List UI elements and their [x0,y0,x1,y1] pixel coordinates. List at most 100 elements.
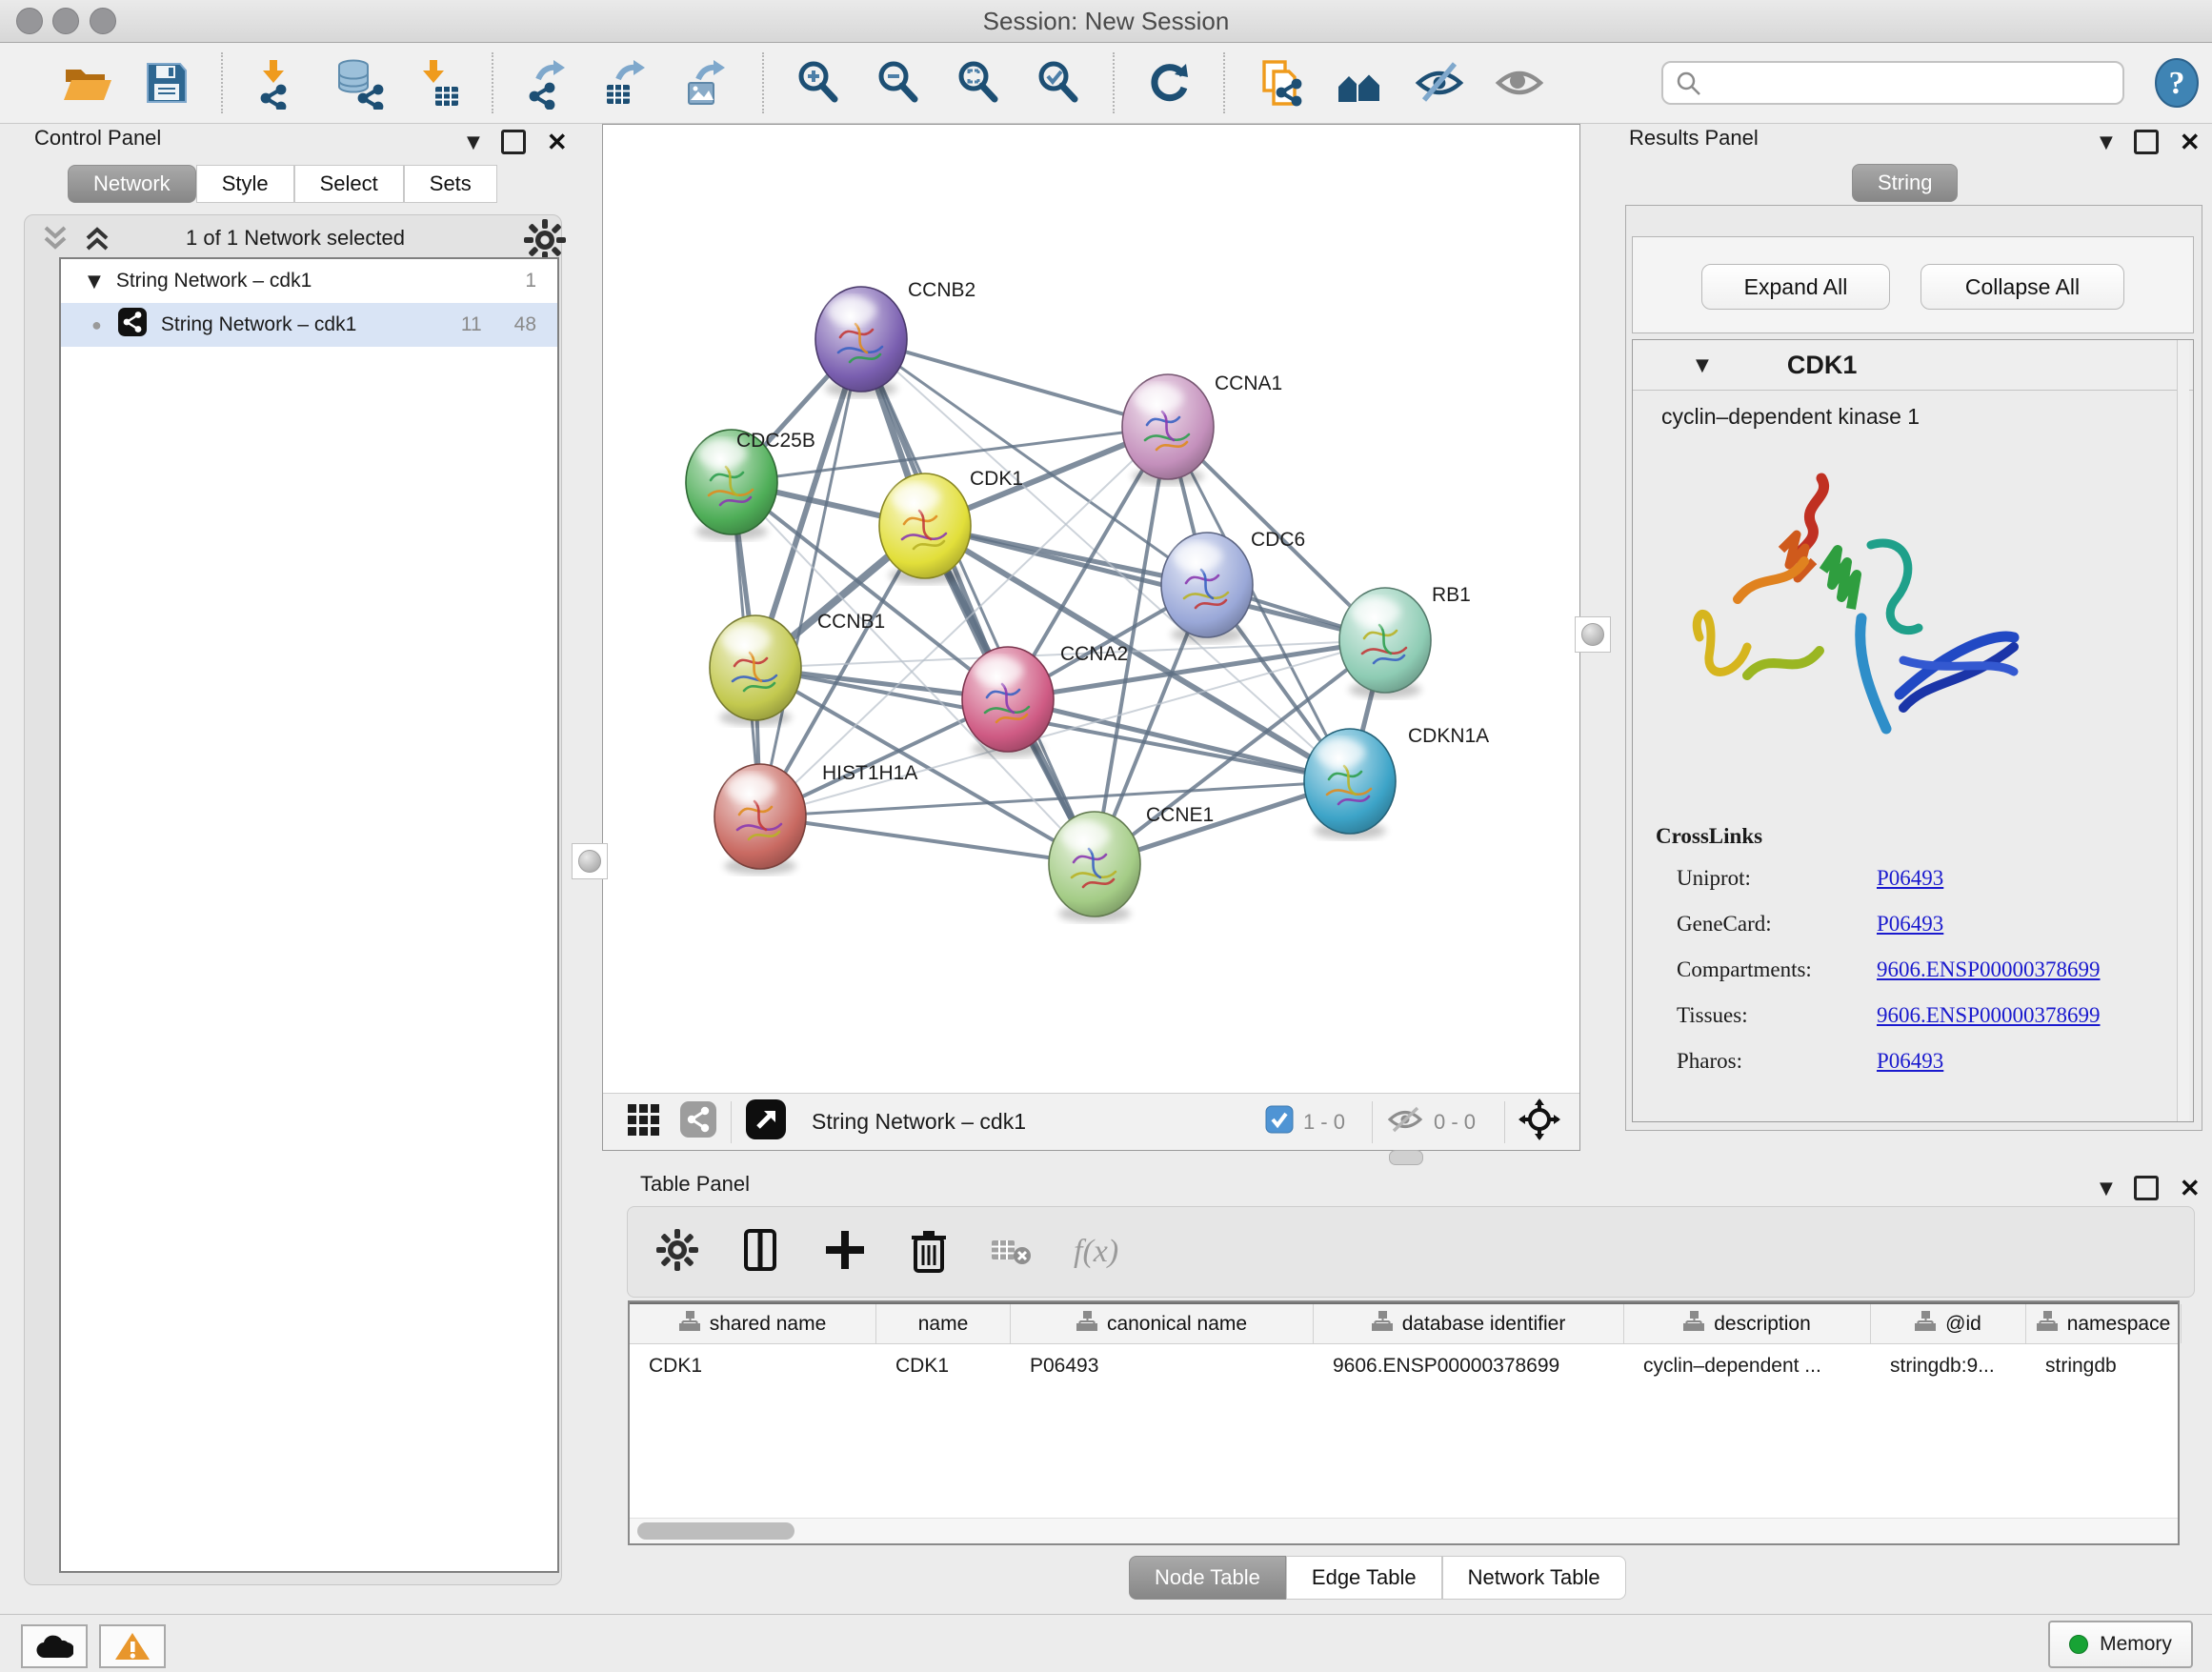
warning-button[interactable] [99,1624,166,1668]
table-tab-edge-table[interactable]: Edge Table [1286,1556,1442,1600]
node-CCNA1[interactable]: CCNA1 [1122,373,1282,485]
zoom-fit-icon[interactable] [951,55,1006,111]
zoom-selected-icon[interactable] [1031,55,1086,111]
collapse-all-chevron-icon[interactable] [80,222,114,259]
right-splitter-handle[interactable] [1575,616,1611,653]
help-icon[interactable]: ? [2149,55,2204,111]
open-in-browser-icon[interactable] [745,1098,787,1145]
cell-canonical-name[interactable]: P06493 [1011,1355,1314,1378]
table-row[interactable]: CDK1CDK1P064939606.ENSP00000378699cyclin… [630,1344,2178,1388]
table-panel-menu-icon[interactable]: ▼ [2100,1178,2113,1199]
crosslink-link[interactable]: 9606.ENSP00000378699 [1877,1003,2170,1028]
node-CDC25B[interactable]: CDC25B [686,430,815,540]
export-image-icon[interactable] [680,55,735,111]
home-layout-icon[interactable] [1332,55,1387,111]
hidden-eye-icon[interactable] [1386,1104,1424,1139]
save-session-icon[interactable] [139,55,194,111]
gene-disclosure-icon[interactable]: ▼ [1696,355,1709,375]
export-network-icon[interactable] [520,55,575,111]
control-panel-float-icon[interactable] [501,130,526,154]
control-panel-menu-icon[interactable]: ▼ [467,132,480,152]
copy-documents-icon[interactable] [1252,55,1307,111]
table-tab-node-table[interactable]: Node Table [1129,1556,1286,1600]
node-CCNB2[interactable]: CCNB2 [815,279,975,397]
cell-shared-name[interactable]: CDK1 [630,1355,876,1378]
node-RB1[interactable]: RB1 [1339,584,1471,698]
cloud-button[interactable] [21,1624,88,1668]
network-canvas[interactable]: CCNB2CCNA1CDC25BCDK1CDC6RB1CCNB1CCNA2CDK… [603,125,1579,1093]
network-collection-row[interactable]: ▼ String Network – cdk1 1 [61,259,557,303]
gear-icon[interactable] [654,1227,700,1278]
crosslink-link[interactable]: P06493 [1877,866,2170,891]
import-network-icon[interactable] [250,55,305,111]
results-panel-menu-icon[interactable]: ▼ [2100,132,2113,152]
columns-icon[interactable] [738,1227,784,1278]
window-zoom-button[interactable] [90,8,116,34]
column-header-database-identifier[interactable]: database identifier [1314,1304,1624,1343]
node-CDKN1A[interactable]: CDKN1A [1304,725,1489,839]
cell-database-identifier[interactable]: 9606.ENSP00000378699 [1314,1355,1624,1378]
control-tab-network[interactable]: Network [68,165,196,203]
search-input[interactable] [1661,61,2124,105]
expand-all-chevron-icon[interactable] [38,222,72,259]
crosslink-link[interactable]: 9606.ENSP00000378699 [1877,957,2170,982]
window-minimize-button[interactable] [52,8,79,34]
control-tab-select[interactable]: Select [294,165,404,203]
export-table-icon[interactable] [600,55,655,111]
left-splitter-handle[interactable] [572,843,608,879]
control-tab-style[interactable]: Style [196,165,294,203]
memory-button[interactable]: Memory [2048,1621,2193,1668]
open-session-icon[interactable] [59,55,114,111]
birdseye-grid-icon[interactable] [626,1102,660,1141]
collapse-all-button[interactable]: Collapse All [1920,264,2124,310]
bottom-splitter-handle[interactable] [1389,1150,1423,1165]
show-all-icon[interactable] [1492,55,1547,111]
control-panel-close-icon[interactable]: ✕ [547,132,568,151]
table-panel-float-icon[interactable] [2134,1176,2159,1200]
cell-name[interactable]: CDK1 [876,1355,1011,1378]
scrollbar-thumb[interactable] [637,1522,794,1540]
results-panel-float-icon[interactable] [2134,130,2159,154]
results-panel-close-icon[interactable]: ✕ [2180,132,2201,151]
zoom-out-icon[interactable] [871,55,926,111]
node-HIST1H1A[interactable]: HIST1H1A [714,762,917,875]
cell--id[interactable]: stringdb:9... [1871,1355,2026,1378]
expand-all-button[interactable]: Expand All [1701,264,1890,310]
import-table-icon[interactable] [410,55,465,111]
results-scrollbar[interactable] [2177,340,2189,1121]
fit-crosshair-icon[interactable] [1518,1098,1560,1145]
cell-description[interactable]: cyclin–dependent ... [1624,1355,1871,1378]
table-tab-network-table[interactable]: Network Table [1442,1556,1626,1600]
crosslink-link[interactable]: P06493 [1877,912,2170,937]
share-network-icon[interactable] [679,1100,717,1143]
cell-namespace[interactable]: stringdb [2026,1355,2182,1378]
add-icon[interactable] [822,1227,868,1278]
edge-CCNB2-HIST1H1A[interactable] [760,339,861,816]
table-panel-close-icon[interactable]: ✕ [2180,1178,2201,1198]
column-header-name[interactable]: name [876,1304,1011,1343]
zoom-in-icon[interactable] [791,55,846,111]
collection-disclosure-icon[interactable]: ▼ [88,272,101,292]
edge-CDK1-RB1[interactable] [925,526,1385,640]
results-tab-string[interactable]: String [1852,164,1958,202]
column-header-description[interactable]: description [1624,1304,1871,1343]
node-CDK1[interactable]: CDK1 [879,468,1023,584]
control-tab-sets[interactable]: Sets [404,165,497,203]
node-CCNA2[interactable]: CCNA2 [962,643,1128,757]
column-header-canonical-name[interactable]: canonical name [1011,1304,1314,1343]
column-header--id[interactable]: @id [1871,1304,2026,1343]
column-header-namespace[interactable]: namespace [2026,1304,2182,1343]
node-CCNE1[interactable]: CCNE1 [1049,804,1214,922]
edge-CCNE1-HIST1H1A[interactable] [760,816,1095,864]
node-CDC6[interactable]: CDC6 [1161,529,1305,643]
hide-selected-icon[interactable] [1412,55,1467,111]
edge-CCNB2-CCNA1[interactable] [861,339,1168,427]
selected-checkbox-icon[interactable] [1265,1105,1294,1138]
import-database-icon[interactable] [330,55,385,111]
column-header-shared-name[interactable]: shared name [630,1304,876,1343]
table-horizontal-scrollbar[interactable] [630,1518,2178,1543]
trash-icon[interactable] [906,1227,952,1278]
network-row-selected[interactable]: ● String Network – cdk1 11 48 [61,303,557,347]
network-view[interactable]: CCNB2CCNA1CDC25BCDK1CDC6RB1CCNB1CCNA2CDK… [602,124,1580,1151]
edge-CCNB2-CCNE1[interactable] [861,339,1095,864]
